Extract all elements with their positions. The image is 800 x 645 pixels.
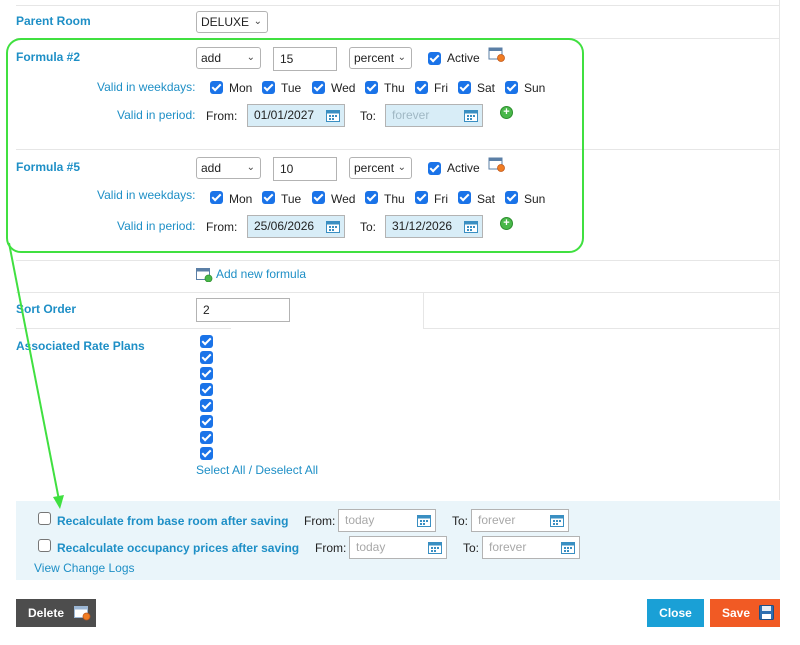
annotation-arrow-line [8,242,60,501]
annotation-highlight-box [6,38,584,253]
annotation-overlay [6,38,584,509]
annotation-arrow-head [53,495,64,509]
